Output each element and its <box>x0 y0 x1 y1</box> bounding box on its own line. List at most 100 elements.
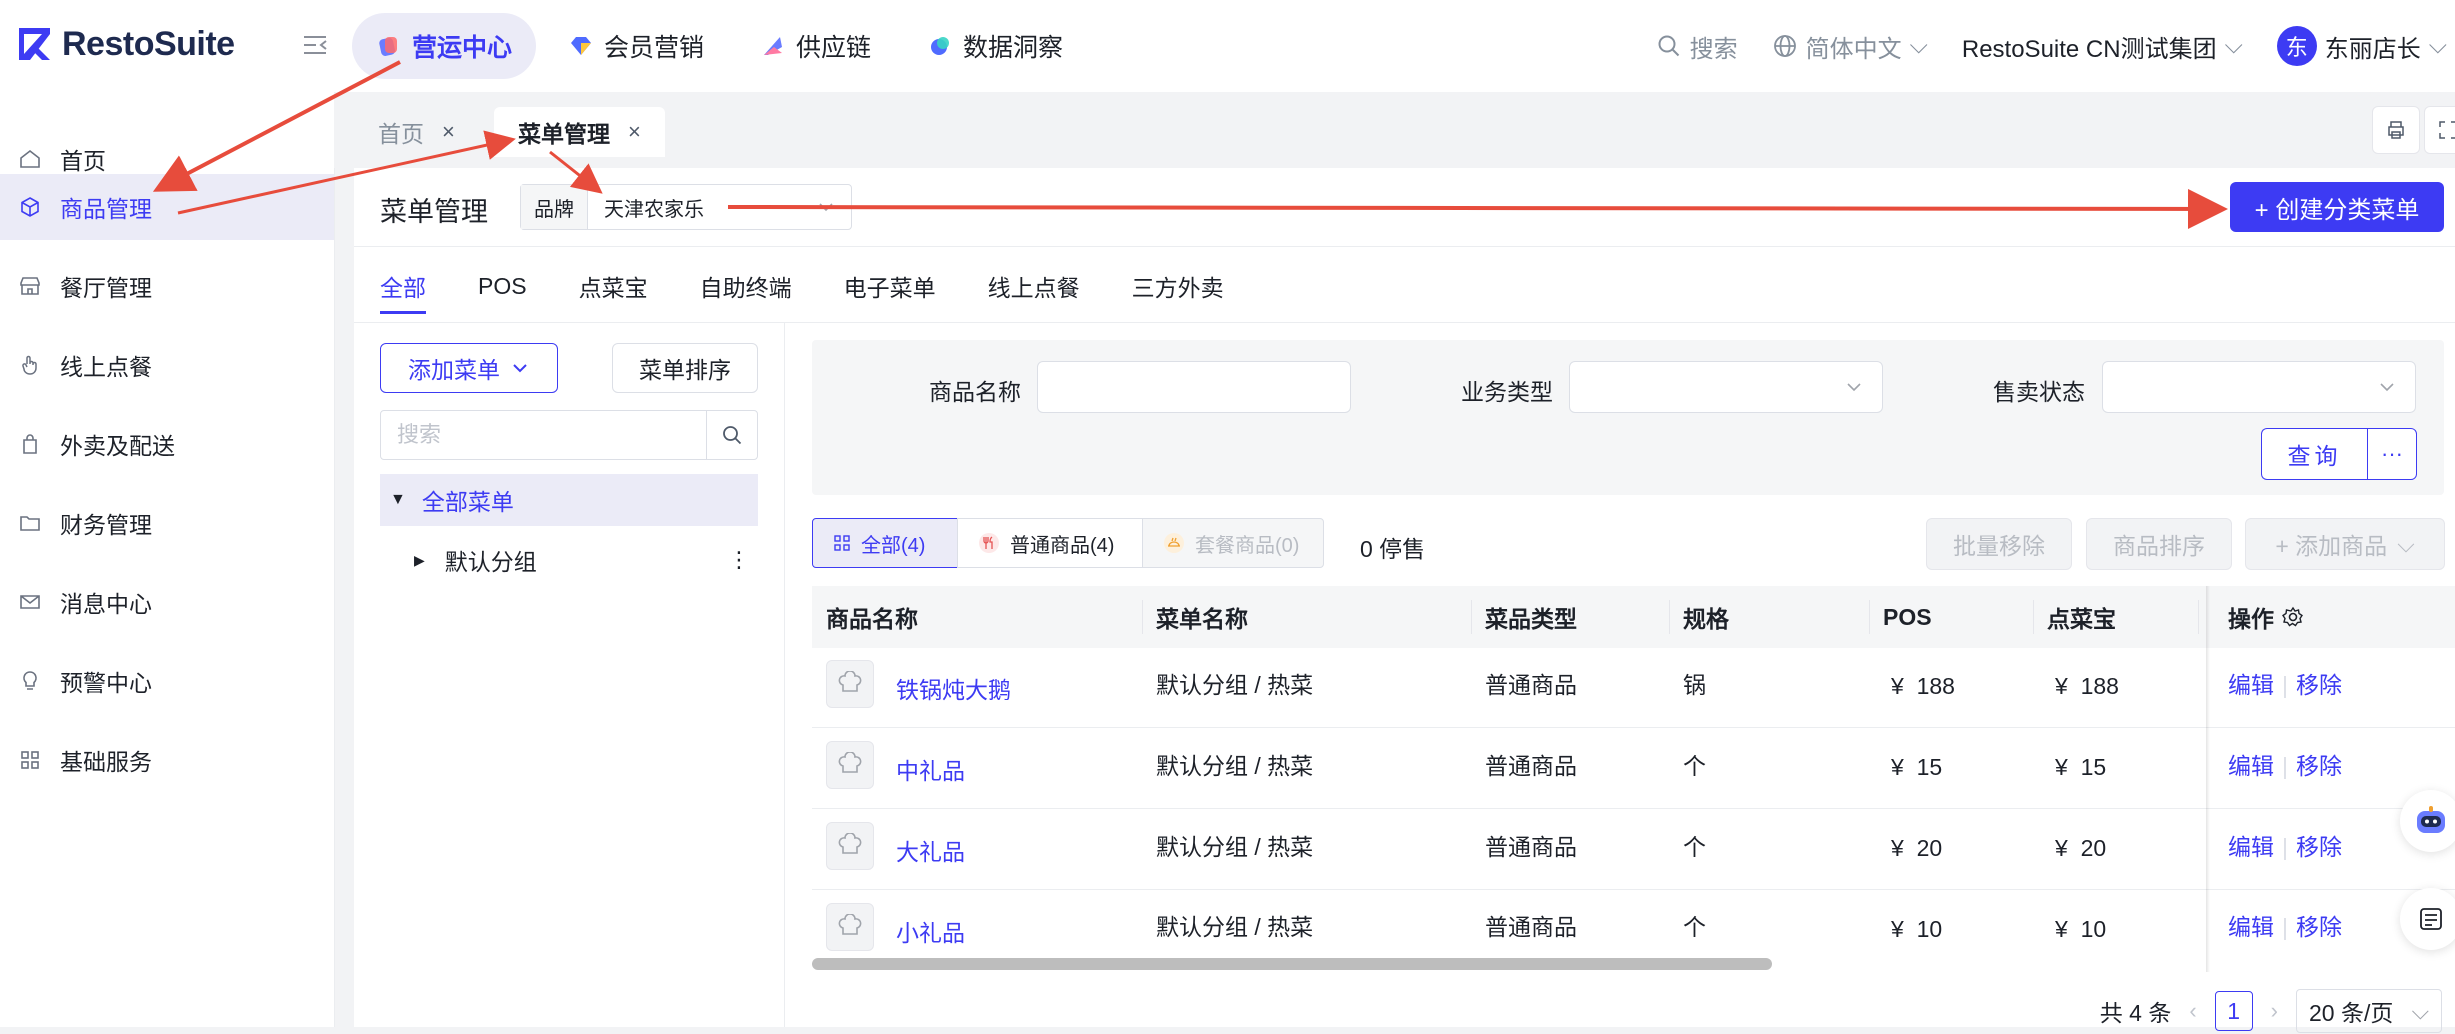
remove-link[interactable]: 移除 <box>2296 834 2342 860</box>
page-number-current[interactable]: 1 <box>2214 991 2253 1031</box>
feedback-button[interactable] <box>2400 888 2455 950</box>
top-right-bar: 搜索 简体中文 ⌵ RestoSuite CN测试集团 ⌵ 东 东丽店长 ⌵ <box>1656 20 2455 72</box>
caret-down-icon[interactable]: ▼ <box>390 491 406 509</box>
separator: | <box>2282 914 2288 940</box>
sidebar-item-messages[interactable]: 消息中心 <box>0 569 334 635</box>
sidebar-item-finance[interactable]: 财务管理 <box>0 490 334 556</box>
product-name-link[interactable]: 小礼品 <box>896 914 965 948</box>
user-menu[interactable]: 东 东丽店长 ⌵ <box>2276 26 2447 66</box>
create-category-menu-button[interactable]: + 创建分类菜单 <box>2230 182 2444 232</box>
search-icon[interactable] <box>706 411 757 459</box>
page-tab-strip: 首页 × 菜单管理 × <box>334 92 2455 168</box>
topnav-supply-chain[interactable]: 供应链 <box>736 13 895 79</box>
page-tab-home[interactable]: 首页 × <box>354 107 479 157</box>
page-tab-menu-management[interactable]: 菜单管理 × <box>494 107 665 157</box>
query-button[interactable]: 查询 <box>2261 428 2367 480</box>
fullscreen-icon[interactable] <box>2424 106 2455 154</box>
operations-icon <box>379 37 397 56</box>
chef-hat-icon <box>838 914 862 935</box>
tree-node-default-group[interactable]: ▶ 默认分组 ⋮ <box>380 534 758 586</box>
caret-right-icon[interactable]: ▶ <box>414 552 425 569</box>
product-name-input[interactable] <box>1037 361 1351 413</box>
robot-icon <box>2417 806 2445 833</box>
assistant-robot-button[interactable] <box>2400 790 2455 852</box>
edit-link[interactable]: 编辑 <box>2228 672 2274 698</box>
edit-link[interactable]: 编辑 <box>2228 753 2274 779</box>
edit-link[interactable]: 编辑 <box>2228 834 2274 860</box>
tab-pos[interactable]: POS <box>478 258 527 314</box>
tab-kiosk[interactable]: 自助终端 <box>700 258 792 314</box>
type-tab-all[interactable]: 全部(4) <box>812 518 958 568</box>
topnav-member-marketing[interactable]: 会员营销 <box>544 13 728 79</box>
page-size-label: 20 条/页 <box>2309 1000 2394 1026</box>
batch-remove-button[interactable]: 批量移除 <box>1926 518 2072 570</box>
home-icon <box>20 149 40 168</box>
sort-items-button[interactable]: 商品排序 <box>2086 518 2232 570</box>
supply-chain-icon <box>764 37 783 55</box>
remove-link[interactable]: 移除 <box>2296 672 2342 698</box>
sidebar-item-basic-services[interactable]: 基础服务 <box>0 727 334 793</box>
page-size-select[interactable]: 20 条/页 ⌵ <box>2296 989 2442 1033</box>
print-icon[interactable] <box>2372 106 2420 154</box>
product-thumbnail <box>826 741 874 789</box>
prev-page-icon[interactable]: ‹ <box>2189 998 2196 1024</box>
gear-icon[interactable] <box>2282 606 2304 628</box>
next-page-icon[interactable]: › <box>2271 998 2278 1024</box>
sale-status-select[interactable] <box>2102 361 2416 413</box>
row-actions: 编辑 | 移除 <box>2228 828 2342 862</box>
product-name-link[interactable]: 大礼品 <box>896 833 965 867</box>
data-insight-icon <box>931 37 950 55</box>
cell-pos-price: ¥ 15 <box>1891 754 1943 780</box>
close-icon[interactable]: × <box>628 119 641 145</box>
column-separator <box>1142 600 1143 634</box>
brand-select[interactable]: 品牌 天津农家乐 <box>520 184 852 230</box>
tab-online-ordering[interactable]: 线上点餐 <box>988 258 1080 314</box>
product-name-link[interactable]: 铁锅炖大鹅 <box>896 671 1011 705</box>
box-icon <box>21 197 39 217</box>
tab-all[interactable]: 全部 <box>380 258 426 314</box>
fixed-column-shadow <box>2206 586 2210 972</box>
tree-search <box>380 410 758 460</box>
chevron-down-icon <box>513 364 527 373</box>
edit-link[interactable]: 编辑 <box>2228 914 2274 940</box>
more-vertical-icon[interactable]: ⋮ <box>728 547 750 573</box>
hand-icon <box>22 355 37 375</box>
close-icon[interactable]: × <box>442 119 455 145</box>
add-menu-button[interactable]: 添加菜单 <box>380 343 558 393</box>
tree-search-input[interactable] <box>381 411 706 459</box>
app-logo[interactable]: RestoSuite <box>16 22 235 66</box>
org-switch[interactable]: RestoSuite CN测试集团 ⌵ <box>1962 29 2243 64</box>
product-name-link[interactable]: 中礼品 <box>896 752 965 786</box>
sidebar-item-online-ordering[interactable]: 线上点餐 <box>0 332 334 398</box>
topnav-operations[interactable]: 营运中心 <box>352 13 537 79</box>
checklist-icon <box>2420 908 2442 930</box>
language-switch[interactable]: 简体中文 ⌵ <box>1772 29 1928 64</box>
topnav-label: 会员营销 <box>604 34 705 62</box>
stopped-count: 0 停售 <box>1360 536 1426 562</box>
cell-type: 普通商品 <box>1485 753 1577 779</box>
horizontal-scrollbar[interactable] <box>812 958 1772 970</box>
type-tab-combo[interactable]: 套餐商品(0) <box>1142 518 1324 568</box>
sort-menu-button[interactable]: 菜单排序 <box>612 343 758 393</box>
add-items-button[interactable]: + 添加商品 ⌵ <box>2245 518 2445 570</box>
remove-link[interactable]: 移除 <box>2296 753 2342 779</box>
row-actions: 编辑 | 移除 <box>2228 747 2342 781</box>
sidebar-item-alerts[interactable]: 预警中心 <box>0 648 334 714</box>
channel-tabs: 全部 POS 点菜宝 自助终端 电子菜单 线上点餐 三方外卖 <box>380 258 1224 314</box>
cell-type: 普通商品 <box>1485 672 1577 698</box>
sidebar-item-restaurants[interactable]: 餐厅管理 <box>0 253 334 319</box>
menu-collapse-icon[interactable] <box>300 30 330 60</box>
tab-e-menu[interactable]: 电子菜单 <box>844 258 936 314</box>
type-tab-regular[interactable]: 普通商品(4) <box>957 518 1143 568</box>
sidebar-item-delivery[interactable]: 外卖及配送 <box>0 411 334 477</box>
more-filters-button[interactable]: ··· <box>2367 428 2417 480</box>
biz-type-select[interactable] <box>1569 361 1883 413</box>
page-tab-label: 首页 <box>378 121 424 147</box>
sidebar-item-products[interactable]: 商品管理 <box>0 174 334 240</box>
tab-diancaibao[interactable]: 点菜宝 <box>579 258 648 314</box>
global-search[interactable]: 搜索 <box>1656 29 1738 64</box>
topnav-data-insight[interactable]: 数据洞察 <box>903 13 1087 79</box>
remove-link[interactable]: 移除 <box>2296 914 2342 940</box>
tree-node-all-menus[interactable]: ▼ 全部菜单 <box>380 474 758 526</box>
tab-third-party-delivery[interactable]: 三方外卖 <box>1132 258 1224 314</box>
